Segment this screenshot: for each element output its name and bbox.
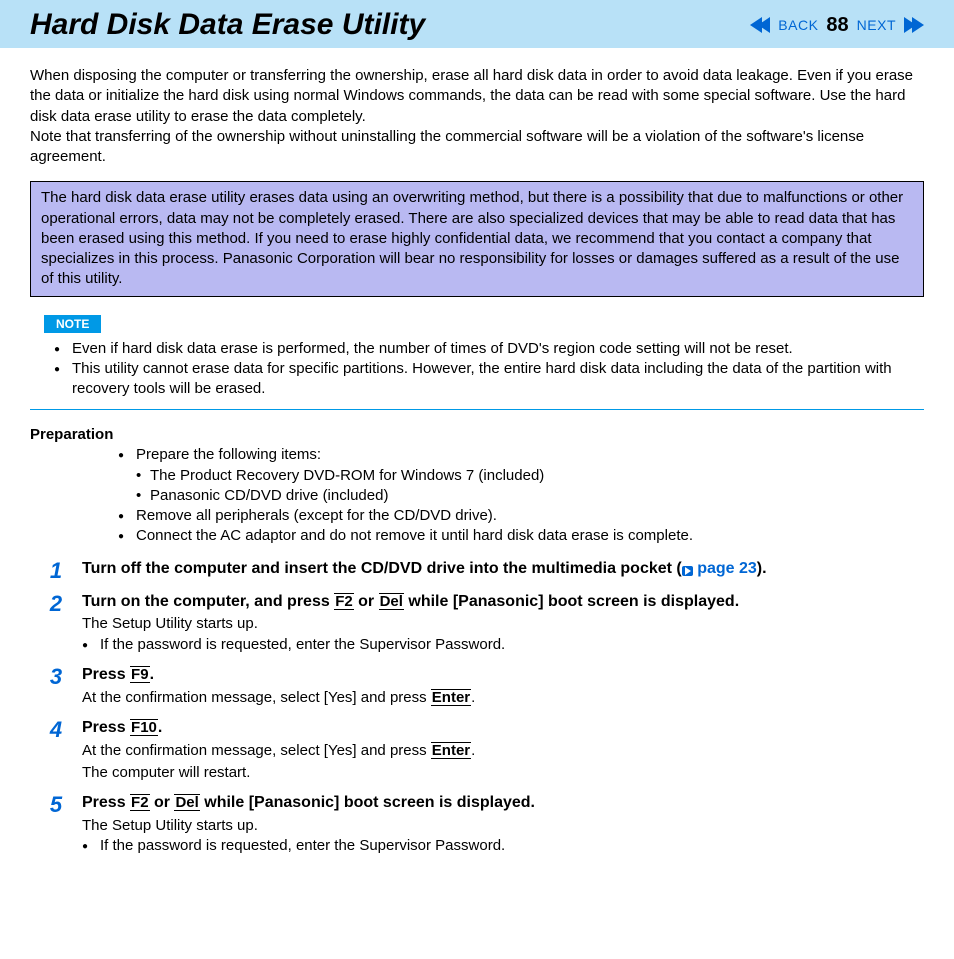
step-number: 4 xyxy=(30,718,82,783)
page-number: 88 xyxy=(826,14,848,37)
intro-paragraph-1: When disposing the computer or transferr… xyxy=(30,67,913,125)
next-link[interactable]: NEXT xyxy=(857,17,896,33)
prep-item: Prepare the following items: The Product… xyxy=(118,445,924,506)
step-title: Press F2 or Del while [Panasonic] boot s… xyxy=(82,793,924,814)
page-ref-text[interactable]: page 23 xyxy=(693,560,757,577)
note-list: Even if hard disk data erase is performe… xyxy=(30,339,924,400)
step-2: 2 Turn on the computer, and press F2 or … xyxy=(30,592,924,655)
key-del: Del xyxy=(174,794,199,811)
prep-sub-item: The Product Recovery DVD-ROM for Windows… xyxy=(136,466,924,486)
step-4: 4 Press F10. At the confirmation message… xyxy=(30,718,924,783)
intro-paragraph-2: Note that transferring of the ownership … xyxy=(30,128,864,165)
step-text: or xyxy=(354,593,379,610)
key-enter: Enter xyxy=(431,742,471,759)
step-number: 3 xyxy=(30,665,82,708)
key-f9: F9 xyxy=(130,666,150,683)
note-item: This utility cannot erase data for speci… xyxy=(54,359,924,400)
intro-text: When disposing the computer or transferr… xyxy=(30,66,924,167)
page-header: Hard Disk Data Erase Utility BACK 88 NEX… xyxy=(0,0,954,48)
step-text: while [Panasonic] boot screen is display… xyxy=(200,794,535,811)
page-title: Hard Disk Data Erase Utility xyxy=(30,8,425,42)
step-text: Press xyxy=(82,794,130,811)
back-link[interactable]: BACK xyxy=(778,17,818,33)
key-f2: F2 xyxy=(334,593,354,610)
preparation-section: Preparation Prepare the following items:… xyxy=(30,426,924,546)
page-ref-link[interactable]: page 23 xyxy=(682,560,757,577)
page-nav: BACK 88 NEXT xyxy=(750,14,924,37)
step-sublist: If the password is requested, enter the … xyxy=(82,635,924,655)
key-f2: F2 xyxy=(130,794,150,811)
step-title: Turn on the computer, and press F2 or De… xyxy=(82,592,924,613)
step-text: Press xyxy=(82,666,130,683)
step-text: Turn off the computer and insert the CD/… xyxy=(82,560,682,577)
step-subtext: The computer will restart. xyxy=(82,763,924,783)
step-text: ). xyxy=(757,560,767,577)
step-text: . xyxy=(471,689,475,706)
preparation-heading: Preparation xyxy=(30,426,924,443)
step-subtext: The Setup Utility starts up. xyxy=(82,614,924,634)
prep-item-text: Prepare the following items: xyxy=(136,446,321,463)
step-title: Press F10. xyxy=(82,718,924,739)
note-item: Even if hard disk data erase is performe… xyxy=(54,339,924,359)
step-number: 2 xyxy=(30,592,82,655)
step-subtext: At the confirmation message, select [Yes… xyxy=(82,688,924,708)
step-5: 5 Press F2 or Del while [Panasonic] boot… xyxy=(30,793,924,856)
prep-item: Remove all peripherals (except for the C… xyxy=(118,506,924,526)
step-sub-item: If the password is requested, enter the … xyxy=(82,836,924,856)
step-3: 3 Press F9. At the confirmation message,… xyxy=(30,665,924,708)
step-subtext: At the confirmation message, select [Yes… xyxy=(82,741,924,761)
note-tag: NOTE xyxy=(44,315,101,333)
next-arrow-icon[interactable] xyxy=(904,17,924,33)
key-del: Del xyxy=(379,593,404,610)
step-text: At the confirmation message, select [Yes… xyxy=(82,742,431,759)
prep-item: Connect the AC adaptor and do not remove… xyxy=(118,526,924,546)
preparation-list: Prepare the following items: The Product… xyxy=(30,445,924,546)
key-enter: Enter xyxy=(431,689,471,706)
step-subtext: The Setup Utility starts up. xyxy=(82,816,924,836)
key-f10: F10 xyxy=(130,719,158,736)
step-text: Press xyxy=(82,719,130,736)
step-text: . xyxy=(158,719,162,736)
step-text: . xyxy=(471,742,475,759)
step-1: 1 Turn off the computer and insert the C… xyxy=(30,559,924,582)
step-sub-item: If the password is requested, enter the … xyxy=(82,635,924,655)
step-text: or xyxy=(150,794,175,811)
step-text: while [Panasonic] boot screen is display… xyxy=(404,593,739,610)
step-text: . xyxy=(150,666,154,683)
back-arrow-icon[interactable] xyxy=(750,17,770,33)
step-text: Turn on the computer, and press xyxy=(82,593,334,610)
prep-sub-item: Panasonic CD/DVD drive (included) xyxy=(136,486,924,506)
step-number: 1 xyxy=(30,559,82,582)
warning-box: The hard disk data erase utility erases … xyxy=(30,181,924,296)
step-text: At the confirmation message, select [Yes… xyxy=(82,689,431,706)
note-section: NOTE Even if hard disk data erase is per… xyxy=(30,315,924,411)
step-sublist: If the password is requested, enter the … xyxy=(82,836,924,856)
step-number: 5 xyxy=(30,793,82,856)
step-title: Press F9. xyxy=(82,665,924,686)
page-content: When disposing the computer or transferr… xyxy=(0,48,954,896)
prep-sublist: The Product Recovery DVD-ROM for Windows… xyxy=(136,466,924,507)
step-title: Turn off the computer and insert the CD/… xyxy=(82,559,924,580)
